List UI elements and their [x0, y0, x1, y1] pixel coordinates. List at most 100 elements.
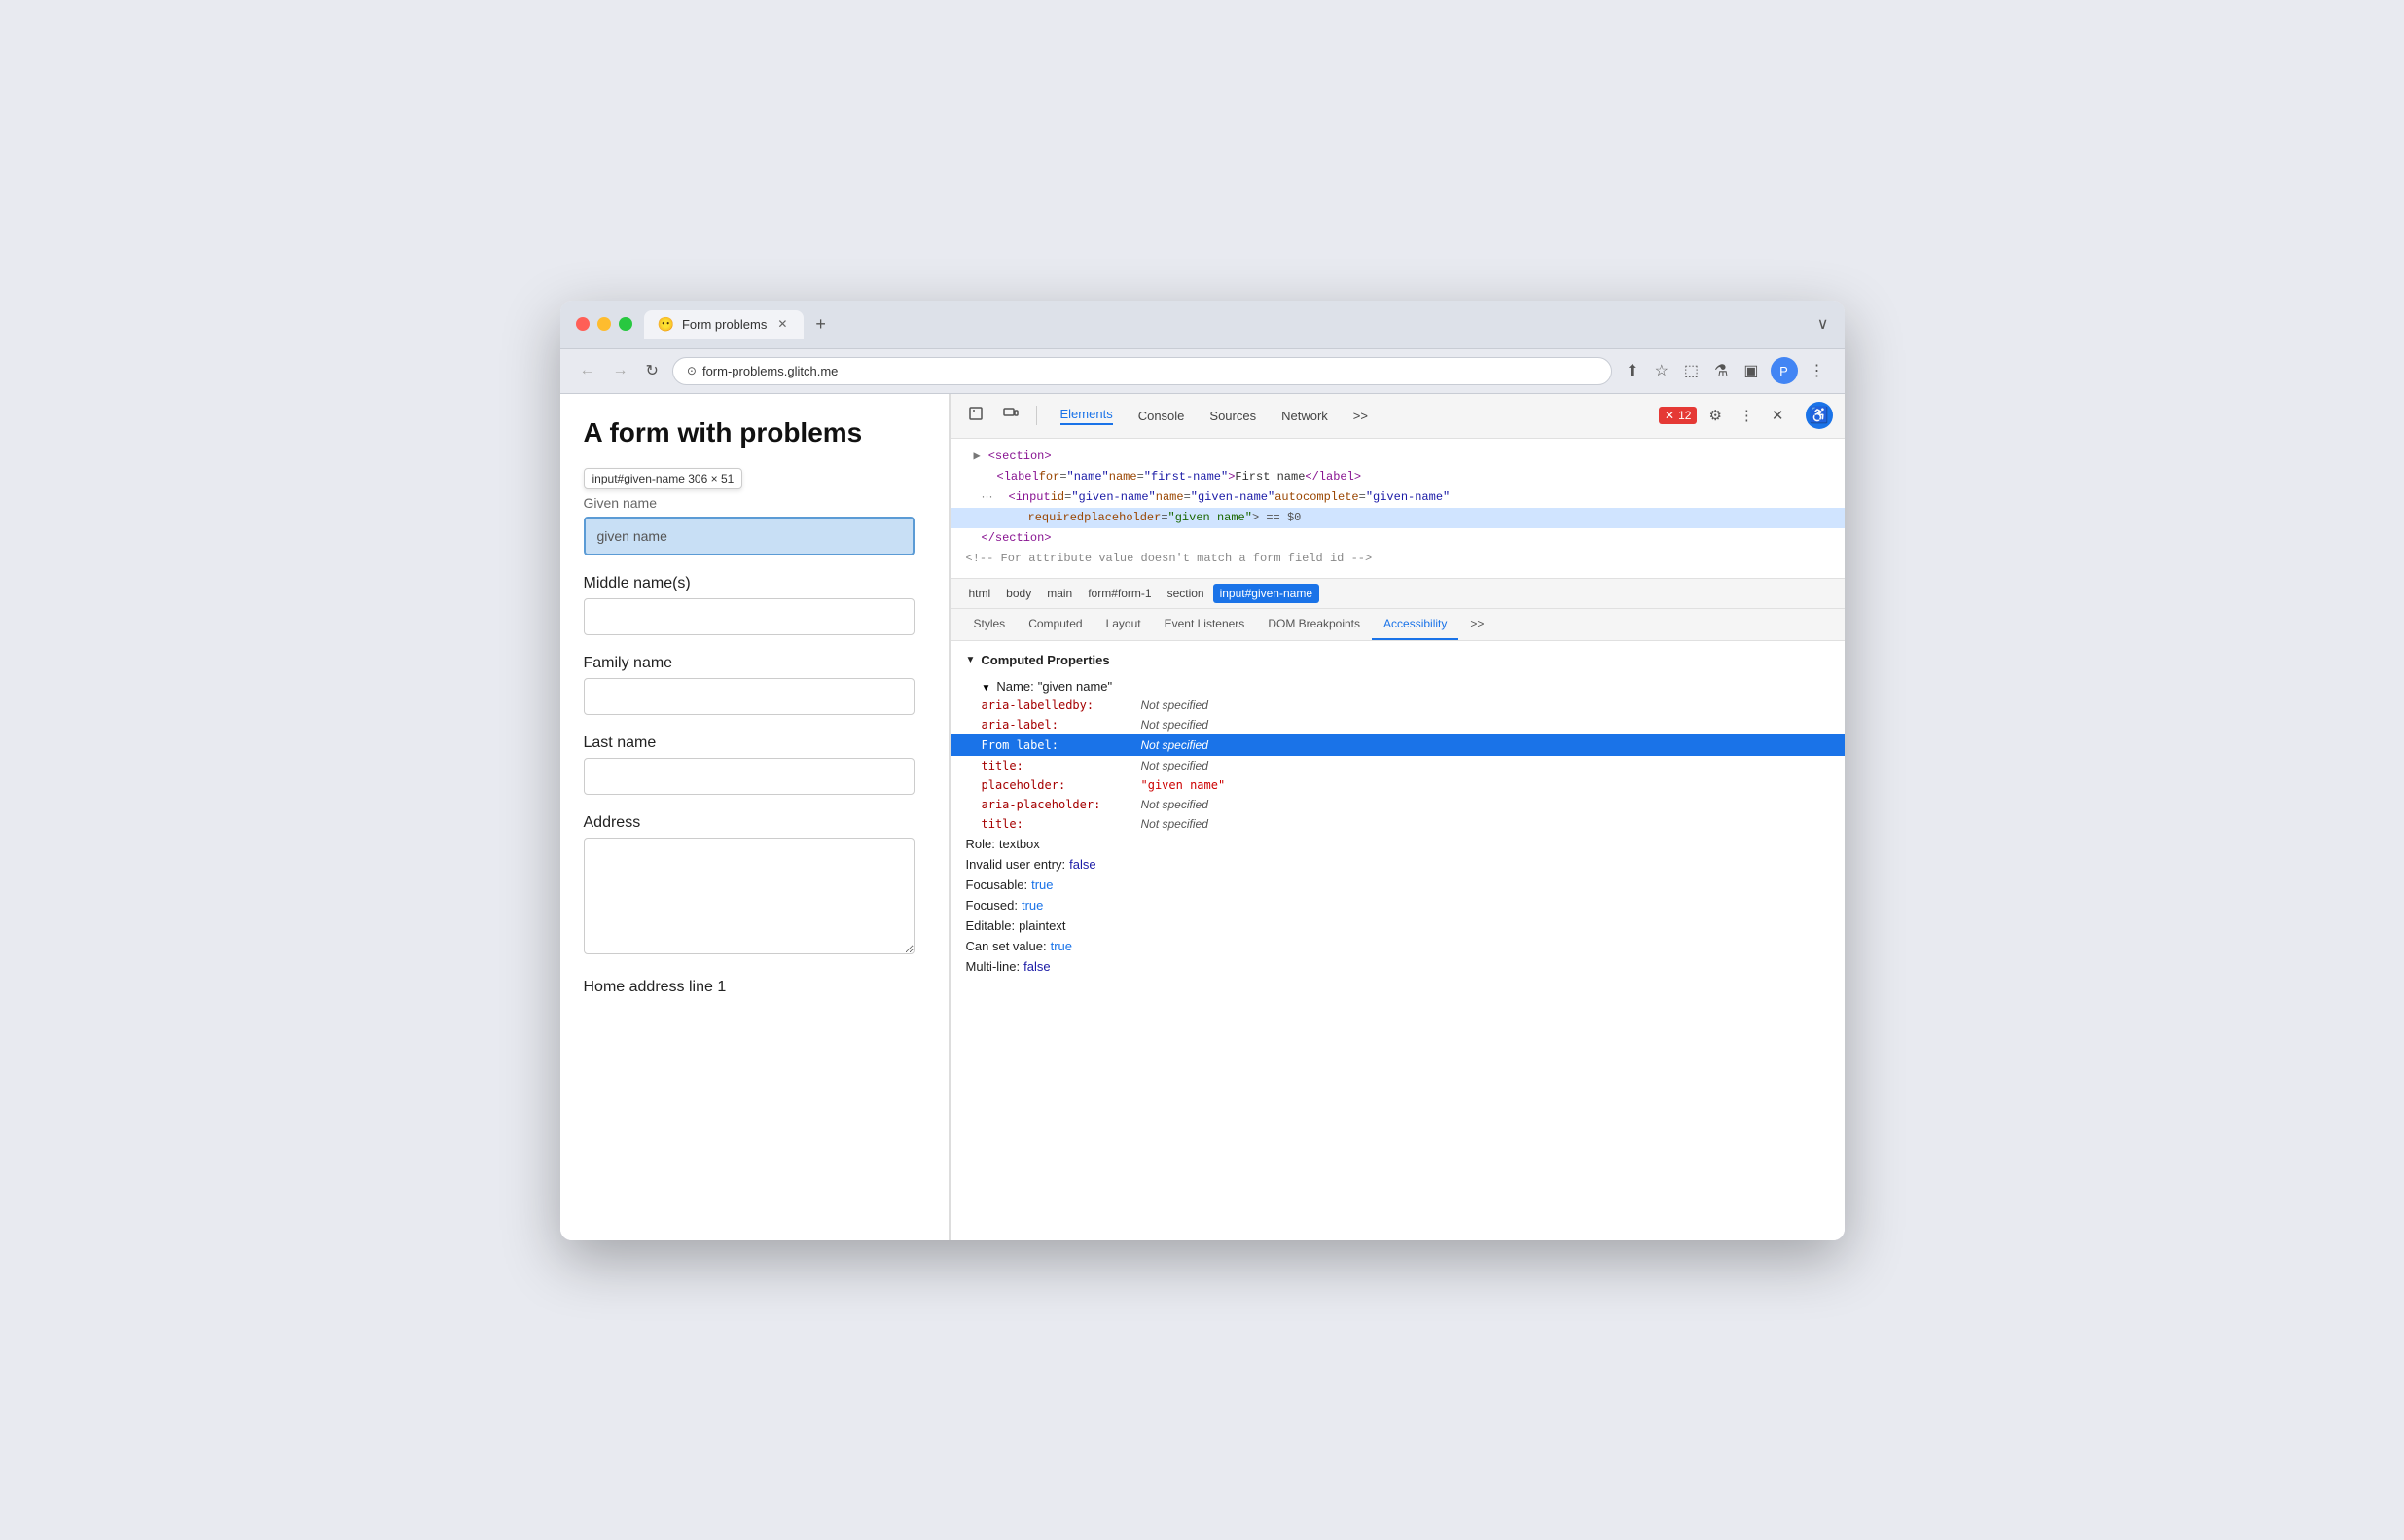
last-name-label: Last name	[584, 734, 925, 752]
last-name-section: Last name	[584, 734, 925, 795]
tab-accessibility[interactable]: Accessibility	[1372, 609, 1458, 640]
middle-name-section: Middle name(s)	[584, 575, 925, 635]
family-name-input[interactable]	[584, 678, 915, 715]
breadcrumb-body[interactable]: body	[999, 584, 1038, 603]
can-set-value-row: Can set value: true	[966, 936, 1829, 956]
can-set-label: Can set value:	[966, 939, 1047, 953]
properties-tabs: Styles Computed Layout Event Listeners D…	[951, 609, 1845, 641]
from-label-value: Not specified	[1141, 738, 1208, 752]
aria-placeholder-row: aria-placeholder: Not specified	[966, 795, 1829, 814]
address-input[interactable]	[584, 838, 915, 954]
breadcrumb-main[interactable]: main	[1040, 584, 1079, 603]
title-label-2: title:	[982, 817, 1137, 831]
html-line-input-selected: required placeholder = "given name" > ==…	[951, 508, 1845, 528]
breadcrumb-section[interactable]: section	[1161, 584, 1211, 603]
sidebar-button[interactable]: ▣	[1740, 357, 1762, 384]
devtools-button[interactable]: ⚗	[1710, 357, 1732, 384]
tab-layout[interactable]: Layout	[1094, 609, 1153, 640]
tab-network[interactable]: Network	[1270, 404, 1340, 428]
name-row: ▼ Name: "given name"	[966, 677, 1829, 696]
collapse-triangle[interactable]: ▼	[966, 655, 976, 665]
multiline-row: Multi-line: false	[966, 956, 1829, 977]
family-name-section: Family name	[584, 655, 925, 715]
tab-sources[interactable]: Sources	[1198, 404, 1268, 428]
forward-button[interactable]: →	[609, 358, 632, 383]
middle-name-label: Middle name(s)	[584, 575, 925, 592]
maximize-traffic-light[interactable]	[619, 317, 632, 331]
address-bar: ← → ↻ ⊙ form-problems.glitch.me ⬆ ☆ ⬚ ⚗ …	[560, 349, 1845, 394]
tab-computed[interactable]: Computed	[1017, 609, 1094, 640]
placeholder-row: placeholder: "given name"	[966, 775, 1829, 795]
html-line-section-open: ▶ <section>	[951, 447, 1845, 467]
tab-menu-button[interactable]: ∨	[1817, 314, 1829, 334]
tab-more-props[interactable]: >>	[1458, 609, 1495, 640]
toolbar-separator	[1036, 406, 1037, 425]
tab-dom-breakpoints[interactable]: DOM Breakpoints	[1256, 609, 1372, 640]
menu-button[interactable]: ⋮	[1806, 357, 1829, 384]
bookmark-button[interactable]: ☆	[1651, 357, 1672, 384]
devtools-actions: ✕ 12 ⚙ ⋮ ✕	[1659, 403, 1789, 428]
name-expand-triangle[interactable]: ▼	[982, 683, 991, 694]
share-button[interactable]: ⬆	[1622, 357, 1642, 384]
device-toolbar-button[interactable]	[997, 402, 1024, 429]
aria-placeholder-label: aria-placeholder:	[982, 798, 1137, 811]
focused-label: Focused:	[966, 898, 1018, 913]
given-name-label: Given name	[584, 495, 925, 511]
error-count: 12	[1678, 409, 1691, 422]
can-set-value: true	[1051, 939, 1072, 953]
devtools-more-button[interactable]: ⋮	[1734, 403, 1760, 428]
title-row-2: title: Not specified	[966, 814, 1829, 834]
middle-name-input[interactable]	[584, 598, 915, 635]
placeholder-value: "given name"	[1141, 778, 1226, 792]
aria-label-label: aria-label:	[982, 718, 1137, 732]
tab-elements[interactable]: Elements	[1049, 402, 1125, 430]
invalid-value: false	[1069, 857, 1095, 872]
devtools-toolbar: Elements Console Sources Network >> ✕ 12…	[951, 394, 1845, 439]
title-bar: 😶 Form problems ✕ + ∨	[560, 301, 1845, 349]
computed-properties-label: Computed Properties	[981, 653, 1109, 667]
focused-value: true	[1022, 898, 1043, 913]
breadcrumb-form[interactable]: form#form-1	[1081, 584, 1158, 603]
traffic-lights	[576, 317, 632, 331]
close-traffic-light[interactable]	[576, 317, 590, 331]
tab-event-listeners[interactable]: Event Listeners	[1153, 609, 1257, 640]
error-badge: ✕ 12	[1659, 407, 1697, 424]
devtools-close-button[interactable]: ✕	[1766, 403, 1790, 428]
tab-more[interactable]: >>	[1342, 404, 1380, 428]
minimize-traffic-light[interactable]	[597, 317, 611, 331]
element-tooltip: input#given-name 306 × 51	[584, 468, 743, 489]
profile-button[interactable]: P	[1771, 357, 1798, 384]
invalid-row: Invalid user entry: false	[966, 854, 1829, 875]
html-line-comment: <!-- For attribute value doesn't match a…	[951, 549, 1845, 569]
browser-actions: ⬆ ☆ ⬚ ⚗ ▣ P ⋮	[1622, 357, 1828, 384]
role-row: Role: textbox	[966, 834, 1829, 854]
breadcrumb-input[interactable]: input#given-name	[1213, 584, 1319, 603]
home-address-label: Home address line 1	[584, 979, 925, 996]
name-field-label: Name:	[996, 679, 1033, 694]
inspect-element-button[interactable]	[962, 402, 989, 429]
html-line-section-close: </section>	[951, 528, 1845, 549]
devtools-panel: Elements Console Sources Network >> ✕ 12…	[950, 394, 1845, 1240]
tab-styles[interactable]: Styles	[962, 609, 1018, 640]
error-icon: ✕	[1665, 409, 1674, 422]
back-button[interactable]: ←	[576, 358, 599, 383]
devtools-settings-button[interactable]: ⚙	[1703, 403, 1727, 428]
address-input-container[interactable]: ⊙ form-problems.glitch.me	[672, 357, 1612, 385]
editable-value: plaintext	[1019, 918, 1065, 933]
refresh-button[interactable]: ↻	[642, 357, 663, 384]
accessibility-icon[interactable]: ♿	[1806, 402, 1833, 429]
multiline-label: Multi-line:	[966, 959, 1021, 974]
tab-console[interactable]: Console	[1127, 404, 1197, 428]
expand-button[interactable]: ···	[966, 489, 1009, 503]
title-row-1: title: Not specified	[966, 756, 1829, 775]
last-name-input[interactable]	[584, 758, 915, 795]
given-name-input[interactable]	[584, 517, 915, 555]
active-tab[interactable]: 😶 Form problems ✕	[644, 310, 805, 339]
tab-close-button[interactable]: ✕	[774, 316, 790, 332]
breadcrumb-html[interactable]: html	[962, 584, 998, 603]
section-open-tag: <section>	[988, 448, 1052, 466]
computed-properties-header: ▼ Computed Properties	[966, 653, 1829, 667]
extensions-button[interactable]: ⬚	[1680, 357, 1703, 384]
accessibility-panel: ▼ Computed Properties ▼ Name: "given nam…	[951, 641, 1845, 1240]
new-tab-button[interactable]: +	[807, 310, 834, 339]
